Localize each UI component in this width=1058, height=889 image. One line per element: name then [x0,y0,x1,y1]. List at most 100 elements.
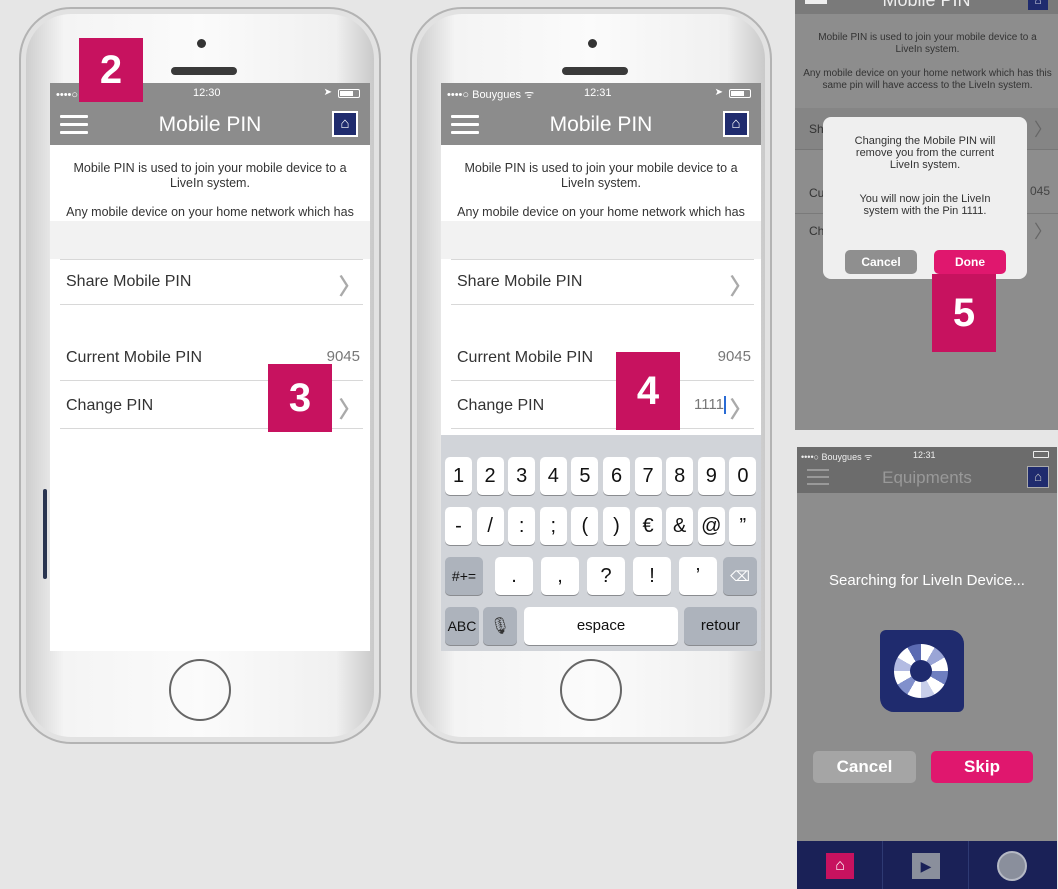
digit-key[interactable]: 9 [697,457,725,495]
text-caret [724,396,726,415]
home-icon[interactable]: ⌂ [723,111,749,137]
share-mobile-pin-row[interactable]: Share Mobile PIN 〉 [451,259,754,305]
carrier-label: ••••○ Bouygues ᯤ [447,89,535,101]
chevron-right-icon: 〉 [1034,222,1052,242]
punctuation-key[interactable]: . [495,557,533,595]
share-mobile-pin-label: Share Mobile PIN [66,273,192,290]
symbol-key[interactable]: ; [539,507,567,545]
punctuation-key[interactable]: ! [633,557,671,595]
backspace-key[interactable]: ⌫ [723,557,757,595]
play-icon: ▶ [912,853,940,879]
status-time: 12:30 [193,87,221,99]
symbol-key[interactable]: @ [697,507,725,545]
cancel-button[interactable]: Cancel [813,751,916,783]
section-separator [441,221,761,259]
symbol-key[interactable]: € [634,507,662,545]
digit-key[interactable]: 2 [476,457,504,495]
nav-bar: Mobile PIN ⌂ [50,105,370,145]
alert-message-1: Changing the Mobile PIN will remove you … [854,135,996,171]
space-key[interactable]: espace [524,607,678,645]
share-row-label: Sh [809,122,824,136]
description-line-1: Mobile PIN is used to join your mobile d… [73,161,347,190]
searching-screen: ••••○ Bouygues ᯤ 12:31 Equipments ⌂ Sear… [797,447,1057,889]
digit-key[interactable]: 1 [445,457,472,495]
share-mobile-pin-row[interactable]: Share Mobile PIN 〉 [60,259,363,305]
description-line-1: Mobile PIN is used to join your mobile d… [464,161,738,190]
home-icon[interactable]: ⌂ [1027,466,1049,488]
change-pin-row[interactable]: Change PIN 1111 〉 [451,383,754,429]
status-bar: ••••○ Bouygues ᯤ 12:31 [797,447,1057,463]
confirm-dialog-screen: Mobile PIN ⌂ Mobile PIN is used to join … [795,0,1058,430]
alert-done-button[interactable]: Done [934,250,1006,274]
nav-bar: Mobile PIN ⌂ [441,105,761,145]
punctuation-key[interactable]: ? [587,557,625,595]
punctuation-key[interactable]: , [541,557,579,595]
symbol-key[interactable]: ( [571,507,599,545]
chevron-right-icon: 〉 [729,274,752,299]
page-title: Mobile PIN [882,0,971,10]
location-icon: ➤ [714,87,723,98]
description-line-1: Mobile PIN is used to join your mobile d… [818,32,1037,55]
section-separator [50,221,370,259]
alert-message-2: You will now join the LiveIn system with… [859,193,991,217]
home-button[interactable] [560,659,622,721]
digit-key[interactable]: 0 [729,457,757,495]
tab-home[interactable]: ⌂ [797,841,883,889]
battery-icon [1033,451,1049,458]
carrier-label: ••••○ Bouygues ᯤ [801,452,873,462]
chevron-right-icon: 〉 [1034,120,1052,140]
tab-play[interactable]: ▶ [883,841,969,889]
backspace-icon: ⌫ [730,568,750,584]
symbol-key[interactable]: ) [603,507,630,545]
digit-key[interactable]: 8 [666,457,694,495]
clock-icon [997,851,1027,881]
page-title: Mobile PIN [549,113,653,136]
location-icon: ➤ [323,87,332,98]
digit-key[interactable]: 6 [603,457,630,495]
dictation-key[interactable]: 🎙 [483,607,517,645]
phone-frame-2: ••••○ Bouygues ᯤ 12:31 ➤ Mobile PIN ⌂ Mo… [410,7,772,744]
searching-message: Searching for LiveIn Device... [829,572,1025,589]
home-tab-icon: ⌂ [826,853,854,879]
abc-key[interactable]: ABC [445,607,479,645]
phone-screen-2: ••••○ Bouygues ᯤ 12:31 ➤ Mobile PIN ⌂ Mo… [441,83,761,651]
digit-key[interactable]: 4 [539,457,567,495]
share-mobile-pin-label: Share Mobile PIN [457,273,583,290]
digit-key[interactable]: 3 [508,457,536,495]
step-badge-3: 3 [268,364,332,432]
symbol-key[interactable]: : [508,507,536,545]
status-bar: ••••○ Bouygues ᯤ 12:31 ➤ [441,83,761,105]
nav-bar: Equipments ⌂ [797,463,1057,493]
battery-icon [338,89,360,98]
numeric-keyboard: 1234567890 - /:;() € & @” #+= .,?!’ ⌫ ABC 🎙 … [441,435,761,651]
tab-clock[interactable] [969,841,1055,889]
home-icon[interactable]: ⌂ [1028,0,1048,10]
change-pin-input[interactable]: 1111 [694,396,726,415]
step-badge-2: 2 [79,38,143,102]
side-button [43,489,47,579]
speaker [562,67,628,75]
symbol-key[interactable]: / [476,507,504,545]
camera [197,39,206,48]
livein-device-logo [880,630,964,712]
speaker [171,67,237,75]
home-button[interactable] [169,659,231,721]
change-pin-label: Change PIN [457,396,545,414]
punctuation-key[interactable]: ’ [679,557,717,595]
status-time: 12:31 [913,450,936,460]
home-icon[interactable]: ⌂ [332,111,358,137]
change-pin-label: Change PIN [66,396,154,414]
status-time: 12:31 [584,87,612,99]
skip-button[interactable]: Skip [931,751,1033,783]
step-badge-5: 5 [932,274,996,352]
current-pin-label: Current Mobile PIN [66,348,203,366]
symbol-key[interactable]: & [666,507,694,545]
digit-key[interactable]: 5 [571,457,599,495]
symbol-key[interactable]: - [445,507,472,545]
chevron-right-icon: 〉 [729,397,752,422]
digit-key[interactable]: 7 [634,457,662,495]
symbol-key[interactable]: ” [729,507,757,545]
symbols-key[interactable]: #+= [445,557,483,595]
return-key[interactable]: retour [684,607,757,645]
alert-cancel-button[interactable]: Cancel [845,250,917,274]
